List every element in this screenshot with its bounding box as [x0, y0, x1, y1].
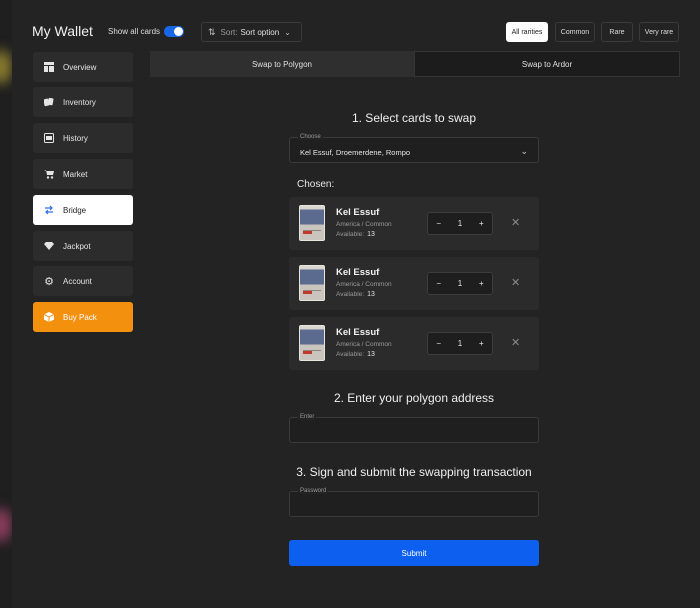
filter-rare[interactable]: Rare — [601, 22, 633, 42]
quantity-stepper: − 1 + — [427, 332, 493, 355]
sidebar-item-label: Inventory — [63, 97, 96, 107]
step2-heading: 2. Enter your polygon address — [333, 391, 495, 405]
sidebar-item-account[interactable]: ⚙ Account — [33, 266, 133, 296]
step3-heading: 3. Sign and submit the swapping transact… — [296, 465, 532, 479]
diamond-icon — [44, 241, 54, 251]
sort-dropdown[interactable]: ⇅ Sort: Sort option ⌄ — [201, 22, 302, 42]
decrement-button[interactable]: − — [436, 339, 441, 348]
address-legend: Enter — [298, 414, 317, 420]
history-icon — [44, 133, 54, 143]
sidebar-item-overview[interactable]: Overview — [33, 52, 133, 82]
pack-icon — [44, 312, 54, 322]
close-icon[interactable]: ✕ — [511, 336, 520, 349]
sidebar-item-inventory[interactable]: Inventory — [33, 87, 133, 117]
step1-heading: 1. Select cards to swap — [351, 111, 477, 125]
card-select[interactable]: Choose Kel Essuf, Droemerdene, Rompo ⌄ — [289, 134, 539, 163]
sidebar-item-label: Account — [63, 276, 92, 286]
card-name: Kel Essuf — [336, 327, 380, 338]
show-all-cards-toggle[interactable] — [164, 26, 184, 37]
swap-direction-tabs: Swap to Polygon Swap to Ardor — [150, 51, 680, 77]
show-all-cards-label: Show all cards — [108, 27, 161, 36]
card-available: Available: 13 — [336, 231, 375, 238]
edge-glow — [0, 508, 12, 542]
cards-icon — [44, 97, 54, 107]
card-meta: America / Common — [336, 221, 392, 228]
sidebar-item-label: Bridge — [63, 205, 87, 215]
sidebar-item-label: Market — [63, 169, 88, 179]
decrement-button[interactable]: − — [436, 219, 441, 228]
sort-value: Sort option — [240, 27, 280, 37]
filter-very-rare[interactable]: Very rare — [639, 22, 679, 42]
quantity-stepper: − 1 + — [427, 272, 493, 295]
card-name: Kel Essuf — [336, 207, 380, 218]
card-meta: America / Common — [336, 281, 392, 288]
card-available: Available: 13 — [336, 291, 375, 298]
overview-icon — [44, 62, 54, 72]
card-meta: America / Common — [336, 341, 392, 348]
choose-legend: Choose — [298, 134, 323, 140]
sidebar-item-jackpot[interactable]: Jackpot — [33, 231, 133, 261]
cart-icon — [44, 169, 54, 179]
quantity-stepper: − 1 + — [427, 212, 493, 235]
card-select-value: Kel Essuf, Droemerdene, Rompo — [300, 148, 411, 157]
submit-button[interactable]: Submit — [289, 540, 539, 566]
password-legend: Password — [298, 488, 329, 494]
sort-label: Sort: — [220, 27, 238, 37]
tab-swap-to-polygon[interactable]: Swap to Polygon — [150, 51, 414, 77]
password-input[interactable]: Password — [289, 488, 539, 517]
sidebar-item-label: Buy Pack — [63, 312, 97, 322]
sidebar-item-buy-pack[interactable]: Buy Pack — [33, 302, 133, 332]
card-available: Available: 13 — [336, 351, 375, 358]
quantity-value: 1 — [457, 279, 463, 288]
chosen-card-row: Kel Essuf America / Common Available: 13 … — [289, 257, 539, 310]
quantity-value: 1 — [457, 219, 463, 228]
decrement-button[interactable]: − — [436, 279, 441, 288]
filter-common[interactable]: Common — [555, 22, 595, 42]
close-icon[interactable]: ✕ — [511, 216, 520, 229]
sidebar-item-label: History — [63, 133, 88, 143]
edge-glow — [0, 50, 12, 84]
polygon-address-input[interactable]: Enter — [289, 414, 539, 443]
quantity-value: 1 — [457, 339, 463, 348]
sidebar-item-label: Overview — [63, 62, 97, 72]
chevron-down-icon: ⌄ — [520, 146, 528, 156]
chosen-label: Chosen: — [297, 179, 335, 190]
tab-swap-to-ardor[interactable]: Swap to Ardor — [414, 51, 680, 77]
sidebar-item-bridge[interactable]: Bridge — [33, 195, 133, 225]
sidebar-item-market[interactable]: Market — [33, 159, 133, 189]
chevron-down-icon: ⌄ — [284, 27, 291, 37]
page-title: My Wallet — [32, 23, 93, 39]
swap-arrows-icon — [44, 205, 54, 215]
card-name: Kel Essuf — [336, 267, 380, 278]
increment-button[interactable]: + — [479, 219, 484, 228]
close-icon[interactable]: ✕ — [511, 276, 520, 289]
gear-icon: ⚙ — [44, 275, 54, 288]
toggle-knob — [174, 27, 183, 36]
card-thumbnail — [299, 265, 325, 301]
chosen-card-row: Kel Essuf America / Common Available: 13 … — [289, 197, 539, 250]
filter-all-rarities[interactable]: All rarities — [506, 22, 548, 42]
chosen-card-row: Kel Essuf America / Common Available: 13 … — [289, 317, 539, 370]
increment-button[interactable]: + — [479, 339, 484, 348]
card-thumbnail — [299, 325, 325, 361]
sidebar-item-history[interactable]: History — [33, 123, 133, 153]
sort-icon: ⇅ — [208, 26, 216, 37]
sidebar-item-label: Jackpot — [63, 241, 91, 251]
card-thumbnail — [299, 205, 325, 241]
increment-button[interactable]: + — [479, 279, 484, 288]
